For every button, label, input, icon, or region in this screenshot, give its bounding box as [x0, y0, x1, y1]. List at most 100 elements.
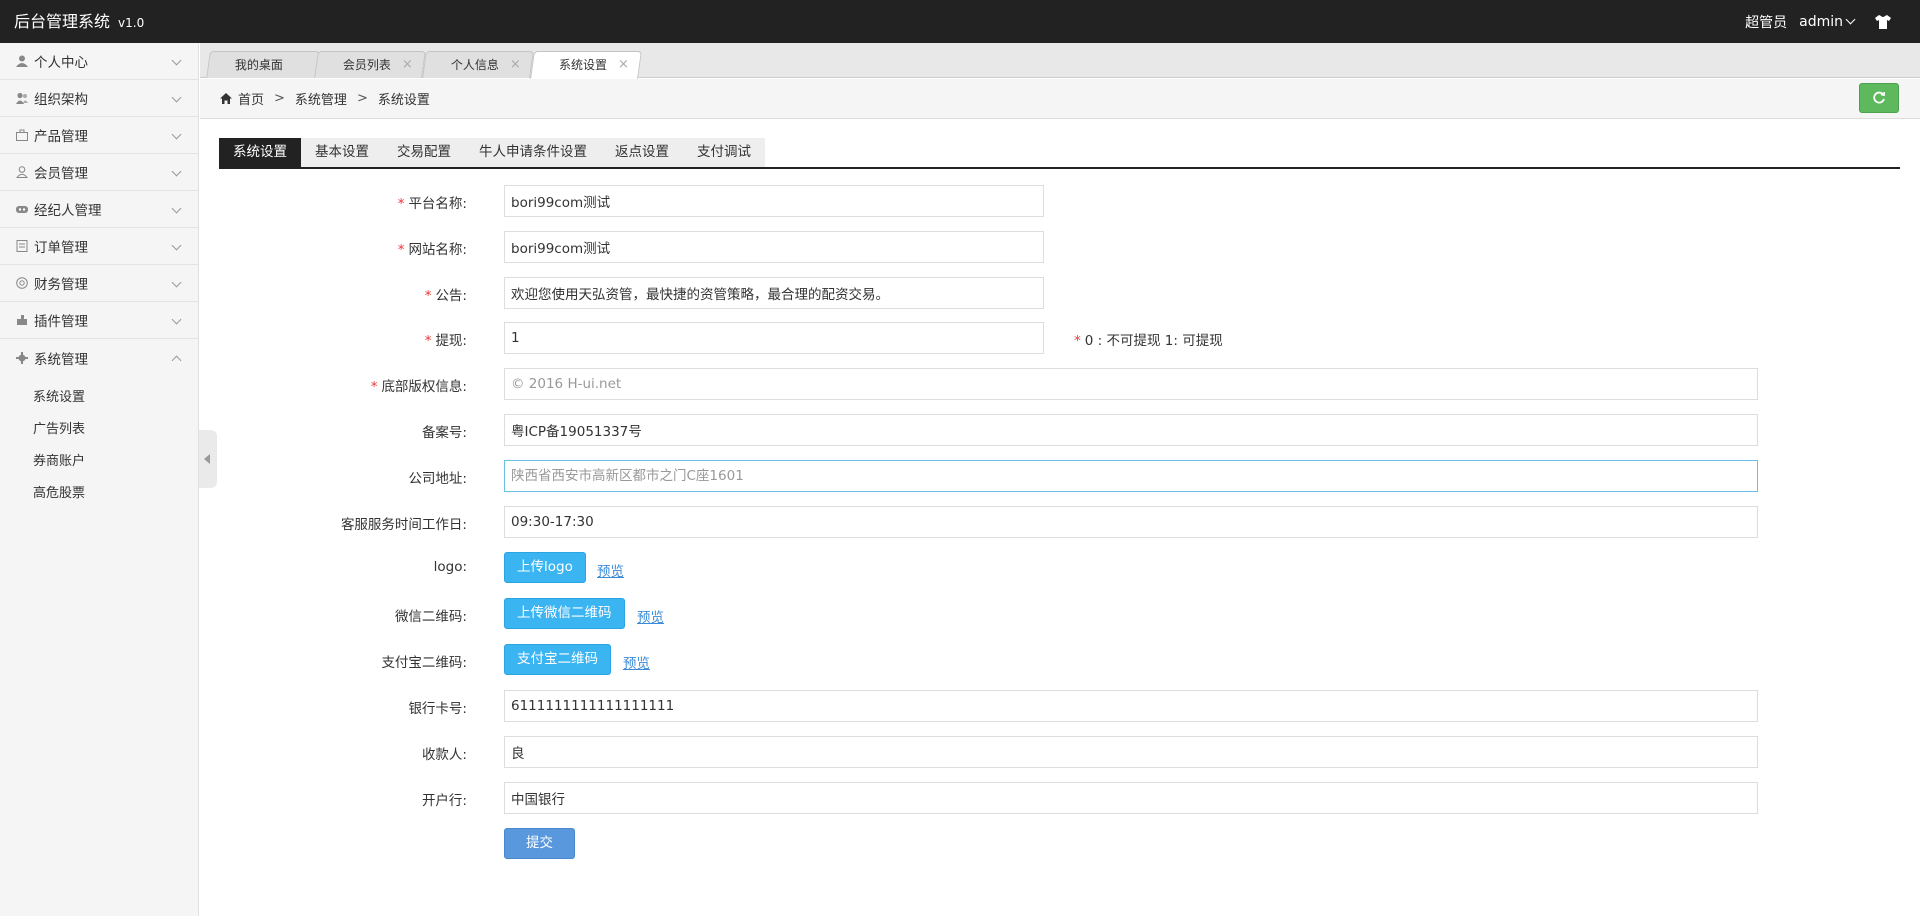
sidebar-item-label: 经纪人管理 — [34, 203, 102, 219]
withdraw-input[interactable] — [504, 322, 1044, 354]
site-name-label: * 网站名称: — [397, 242, 467, 258]
address-input[interactable] — [504, 460, 1758, 492]
tab-label: 系统设置 — [559, 58, 608, 72]
sidebar-item-orders[interactable]: 订单管理 — [0, 228, 198, 265]
form-row-payee: 收款人: — [219, 736, 1900, 768]
submenu-system-settings[interactable]: 系统设置 — [0, 382, 198, 414]
settings-tab-rebate[interactable]: 返点设置 — [601, 138, 683, 167]
sidebar-item-label: 会员管理 — [34, 166, 88, 182]
upload-alipay-qr-button[interactable]: 支付宝二维码 — [504, 644, 611, 675]
wechat-qr-label: 微信二维码: — [394, 609, 467, 625]
alipay-qr-preview-link[interactable]: 预览 — [623, 652, 650, 672]
settings-tabs: 系统设置 基本设置 交易配置 牛人申请条件设置 返点设置 支付调试 — [219, 138, 1900, 169]
settings-tab-payment-debug[interactable]: 支付调试 — [683, 138, 765, 167]
required-mark: * — [424, 288, 432, 304]
breadcrumb-home[interactable]: 首页 — [238, 89, 264, 108]
member-icon — [16, 166, 28, 178]
breadcrumb-separator: > — [356, 91, 368, 106]
address-label: 公司地址: — [408, 471, 467, 487]
copyright-label: * 底部版权信息: — [370, 379, 467, 395]
required-mark: * — [424, 333, 432, 349]
org-icon — [16, 92, 28, 104]
tab-label: 会员列表 — [342, 58, 391, 72]
chevron-down-icon — [171, 129, 182, 140]
breadcrumb-system-settings: 系统设置 — [377, 93, 430, 108]
breadcrumb: 首页 > 系统管理 > 系统设置 — [200, 79, 1920, 119]
bank-card-input[interactable] — [504, 690, 1758, 722]
submenu-broker-accounts[interactable]: 券商账户 — [0, 446, 198, 478]
bank-input[interactable] — [504, 782, 1758, 814]
service-time-input[interactable] — [504, 506, 1758, 538]
settings-tab-trade[interactable]: 交易配置 — [383, 138, 465, 167]
user-area: 超管员 admin — [1745, 0, 1892, 43]
bank-card-label: 银行卡号: — [408, 701, 467, 717]
username: admin — [1799, 13, 1843, 30]
tab-member-list[interactable]: 会员列表 × — [314, 51, 426, 78]
wechat-qr-preview-link[interactable]: 预览 — [637, 606, 664, 626]
submenu-ad-list[interactable]: 广告列表 — [0, 414, 198, 446]
upload-wechat-qr-button[interactable]: 上传微信二维码 — [504, 598, 625, 629]
close-icon[interactable]: × — [402, 52, 413, 78]
user-menu[interactable]: admin — [1799, 14, 1864, 30]
sidebar-item-finance[interactable]: 财务管理 — [0, 265, 198, 302]
tab-system-settings[interactable]: 系统设置 × — [530, 51, 642, 79]
sidebar-item-products[interactable]: 产品管理 — [0, 117, 198, 154]
form-row-bank: 开户行: — [219, 782, 1900, 814]
required-mark: * — [1074, 333, 1081, 349]
sidebar-item-label: 产品管理 — [34, 129, 88, 145]
chevron-down-icon — [171, 92, 182, 103]
payee-input[interactable] — [504, 736, 1758, 768]
bank-label: 开户行: — [421, 793, 467, 809]
breadcrumb-system-management[interactable]: 系统管理 — [295, 89, 347, 108]
system-submenu: 系统设置 广告列表 券商账户 高危股票 — [0, 376, 198, 510]
refresh-icon — [1873, 91, 1886, 104]
sidebar-item-label: 财务管理 — [34, 277, 88, 293]
platform-name-input[interactable] — [504, 185, 1044, 217]
user-role: 超管员 — [1745, 14, 1788, 31]
settings-tab-system[interactable]: 系统设置 — [219, 138, 301, 167]
form-row-alipay-qr: 支付宝二维码: 支付宝二维码 预览 — [219, 644, 1900, 676]
upload-logo-button[interactable]: 上传logo — [504, 552, 586, 583]
copyright-input[interactable] — [504, 368, 1758, 400]
logo-preview-link[interactable]: 预览 — [597, 560, 624, 580]
notice-input[interactable] — [504, 277, 1044, 309]
brand[interactable]: 后台管理系统 v1.0 — [14, 0, 144, 43]
service-time-label: 客服服务时间工作日: — [340, 517, 467, 533]
submit-button[interactable]: 提交 — [504, 828, 575, 859]
submenu-risky-stocks[interactable]: 高危股票 — [0, 478, 198, 510]
settings-tab-basic[interactable]: 基本设置 — [301, 138, 383, 167]
order-icon — [16, 240, 28, 252]
form-row-service-time: 客服服务时间工作日: — [219, 506, 1900, 538]
sidebar: 个人中心 组织架构 产品管理 会员管理 经纪人管理 订单管理 财务管理 插件管理 — [0, 43, 199, 916]
required-mark: * — [370, 379, 378, 395]
close-icon[interactable]: × — [510, 52, 521, 78]
sidebar-item-label: 组织架构 — [34, 92, 88, 108]
settings-tab-expert-apply[interactable]: 牛人申请条件设置 — [465, 138, 601, 167]
tab-label: 我的桌面 — [234, 58, 283, 72]
chevron-up-icon — [171, 355, 182, 366]
form-row-icp: 备案号: — [219, 414, 1900, 446]
form-row-site-name: * 网站名称: — [219, 231, 1900, 263]
sidebar-item-brokers[interactable]: 经纪人管理 — [0, 191, 198, 228]
tab-bar: 我的桌面 会员列表 × 个人信息 × 系统设置 × — [200, 43, 1920, 79]
tab-personal-info[interactable]: 个人信息 × — [422, 51, 534, 78]
sidebar-item-system[interactable]: 系统管理 — [0, 339, 198, 376]
withdraw-hint: * 0 : 不可提现 1: 可提现 — [1074, 333, 1223, 349]
refresh-button[interactable] — [1859, 83, 1899, 113]
chevron-down-icon — [171, 203, 182, 214]
tab-my-desktop[interactable]: 我的桌面 — [206, 51, 320, 78]
sidebar-collapse-handle[interactable] — [199, 430, 217, 488]
icp-input[interactable] — [504, 414, 1758, 446]
site-name-input[interactable] — [504, 231, 1044, 263]
sidebar-item-organization[interactable]: 组织架构 — [0, 80, 198, 117]
brand-version: v1.0 — [118, 16, 145, 30]
form-row-logo: logo: 上传logo 预览 — [219, 552, 1900, 584]
close-icon[interactable]: × — [618, 52, 629, 78]
sidebar-item-label: 个人中心 — [34, 55, 88, 71]
required-mark: * — [397, 196, 405, 212]
sidebar-item-members[interactable]: 会员管理 — [0, 154, 198, 191]
skin-shirt-icon[interactable] — [1874, 14, 1892, 30]
sidebar-item-personal-center[interactable]: 个人中心 — [0, 43, 198, 80]
sidebar-item-plugins[interactable]: 插件管理 — [0, 302, 198, 339]
chevron-down-icon — [171, 277, 182, 288]
